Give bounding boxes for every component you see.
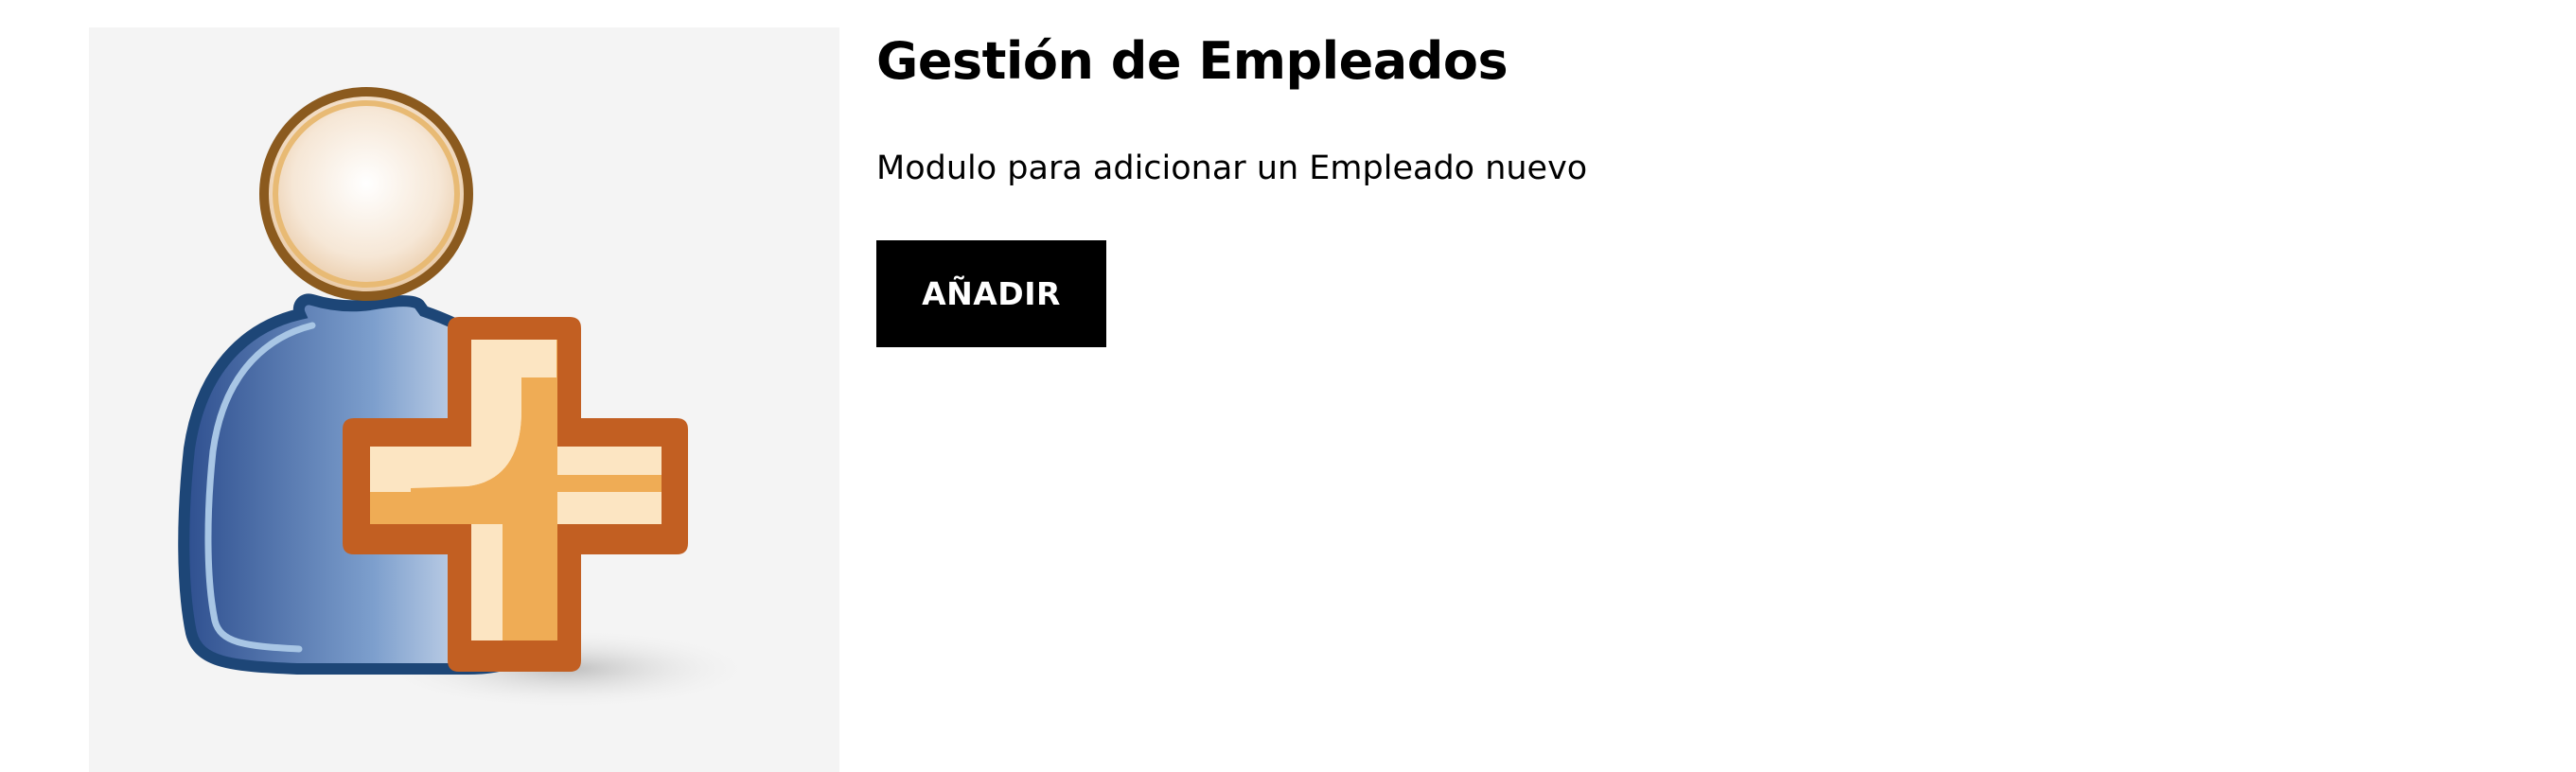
image-panel [89, 27, 839, 772]
module-title: Gestión de Empleados [876, 31, 1509, 91]
employee-management-card: Gestión de Empleados Modulo para adicion… [0, 0, 2576, 772]
add-user-icon [178, 87, 756, 710]
add-employee-button-label: AÑADIR [922, 275, 1061, 312]
module-description: Modulo para adicionar un Empleado nuevo [876, 149, 1588, 187]
add-employee-button[interactable]: AÑADIR [876, 240, 1106, 347]
module-content: Gestión de Empleados Modulo para adicion… [876, 27, 2485, 347]
